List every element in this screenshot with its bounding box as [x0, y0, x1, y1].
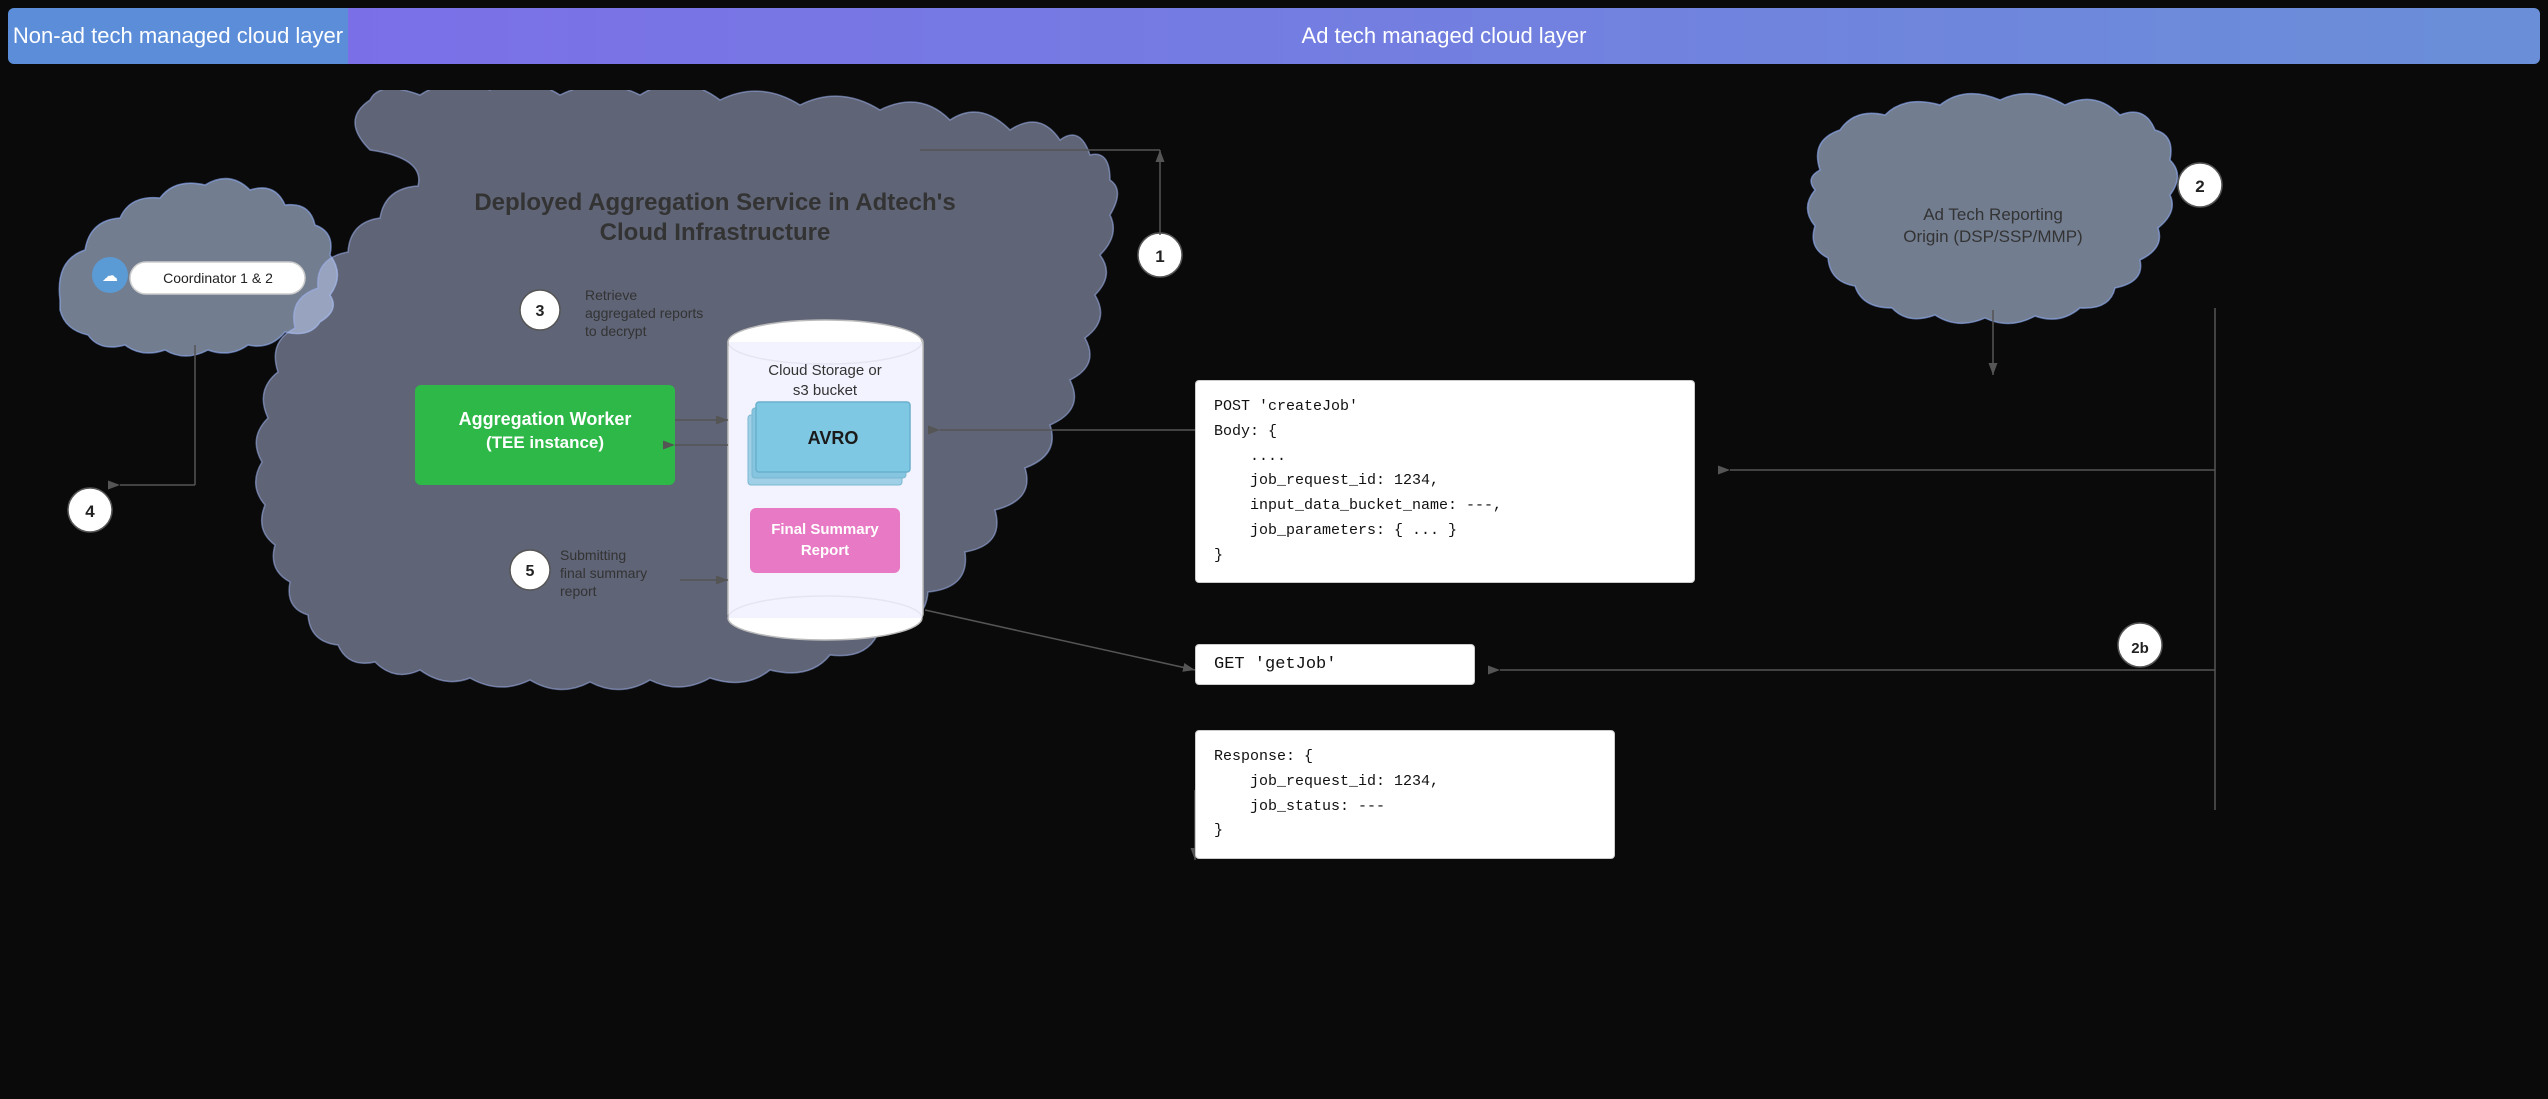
svg-text:Cloud Storage or: Cloud Storage or — [768, 362, 881, 379]
adtech-cloud: Ad Tech Reporting Origin (DSP/SSP/MMP) — [1808, 94, 2178, 324]
svg-text:2: 2 — [2195, 177, 2204, 196]
svg-text:to decrypt: to decrypt — [585, 323, 647, 339]
svg-text:Ad Tech Reporting: Ad Tech Reporting — [1923, 205, 2063, 224]
banner-right: Ad tech managed cloud layer — [348, 8, 2540, 64]
svg-text:AVRO: AVRO — [808, 428, 859, 448]
badge-4 — [68, 488, 112, 532]
get-job-box: GET 'getJob' — [1195, 644, 1475, 685]
svg-text:(TEE instance): (TEE instance) — [486, 433, 604, 452]
svg-text:Submitting: Submitting — [560, 547, 626, 563]
svg-text:2b: 2b — [2131, 640, 2149, 657]
post-create-job-text: POST 'createJob' Body: { .... job_reques… — [1214, 395, 1676, 568]
svg-text:final summary: final summary — [560, 565, 647, 581]
banner-left: Non-ad tech managed cloud layer — [8, 8, 348, 64]
svg-text:3: 3 — [536, 303, 545, 320]
coordinator-cloud: ☁ Coordinator 1 & 2 — [59, 179, 337, 356]
svg-text:4: 4 — [85, 502, 95, 521]
banner-left-label: Non-ad tech managed cloud layer — [13, 23, 343, 49]
top-banner: Non-ad tech managed cloud layer Ad tech … — [0, 0, 2548, 72]
get-job-text: GET 'getJob' — [1214, 655, 1336, 674]
diagram: ☁ Coordinator 1 & 2 Deployed Aggregation… — [0, 90, 2548, 1099]
svg-text:aggregated reports: aggregated reports — [585, 305, 703, 321]
post-create-job-box: POST 'createJob' Body: { .... job_reques… — [1195, 380, 1695, 583]
svg-text:report: report — [560, 583, 597, 599]
svg-text:Final Summary: Final Summary — [771, 521, 879, 538]
svg-text:Coordinator 1 & 2: Coordinator 1 & 2 — [163, 270, 273, 286]
badge-2b — [2118, 623, 2162, 667]
response-text: Response: { job_request_id: 1234, job_st… — [1214, 745, 1596, 844]
svg-text:Retrieve: Retrieve — [585, 287, 637, 303]
svg-text:Cloud Infrastructure: Cloud Infrastructure — [600, 219, 831, 246]
svg-text:Origin (DSP/SSP/MMP): Origin (DSP/SSP/MMP) — [1903, 227, 2082, 246]
response-box: Response: { job_request_id: 1234, job_st… — [1195, 730, 1615, 859]
banner-right-label: Ad tech managed cloud layer — [1302, 23, 1587, 49]
center-cloud: Deployed Aggregation Service in Adtech's… — [256, 90, 1118, 690]
svg-text:5: 5 — [526, 563, 535, 580]
svg-text:1: 1 — [1155, 247, 1164, 266]
svg-text:Deployed Aggregation Service i: Deployed Aggregation Service in Adtech's — [474, 189, 955, 216]
svg-text:Report: Report — [801, 542, 849, 559]
badge-2 — [2178, 163, 2222, 207]
svg-text:s3 bucket: s3 bucket — [793, 382, 858, 399]
badge-1 — [1138, 233, 1182, 277]
svg-text:☁: ☁ — [102, 268, 118, 285]
diagram-svg: ☁ Coordinator 1 & 2 Deployed Aggregation… — [0, 90, 2548, 1099]
svg-text:Aggregation Worker: Aggregation Worker — [459, 409, 632, 429]
